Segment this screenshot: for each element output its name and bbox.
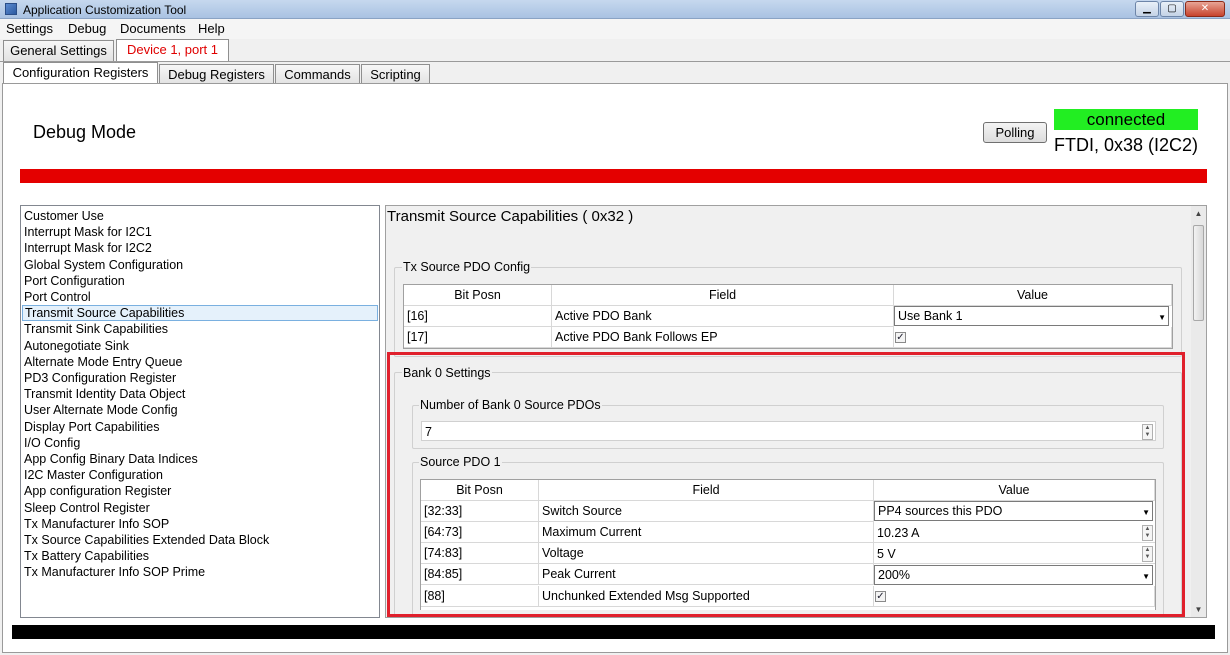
table-row-field: Active PDO Bank (552, 306, 894, 327)
register-list-item[interactable]: I/O Config (24, 435, 80, 451)
register-list-item[interactable]: I2C Master Configuration (24, 467, 163, 483)
menu-documents[interactable]: Documents (120, 21, 186, 36)
register-list-item[interactable]: Interrupt Mask for I2C1 (24, 224, 152, 240)
active-pdo-bank-select[interactable]: Use Bank 1 ▼ (894, 306, 1169, 326)
col-field: Field (552, 285, 894, 306)
chevron-down-icon: ▼ (1158, 313, 1166, 322)
menu-help[interactable]: Help (198, 21, 225, 36)
menu-debug[interactable]: Debug (68, 21, 106, 36)
col-bit-posn: Bit Posn (404, 285, 552, 306)
tab-configuration-registers[interactable]: Configuration Registers (3, 62, 158, 85)
register-list-item[interactable]: Tx Manufacturer Info SOP Prime (24, 564, 205, 580)
maximize-button[interactable]: ▢ (1160, 1, 1184, 17)
tab-device-1-port-1[interactable]: Device 1, port 1 (116, 39, 229, 62)
active-pdo-bank-follows-ep-checkbox[interactable]: ✓ (895, 332, 906, 343)
register-list-item[interactable]: Tx Battery Capabilities (24, 548, 149, 564)
col-value: Value (894, 285, 1172, 306)
register-list-item[interactable]: User Alternate Mode Config (24, 402, 178, 418)
register-list-item[interactable]: Tx Manufacturer Info SOP (24, 516, 169, 532)
menu-bar: Settings Debug Documents Help (0, 19, 1230, 39)
scroll-thumb[interactable] (1193, 225, 1204, 321)
device-tabs: General Settings Device 1, port 1 (0, 39, 1230, 62)
pdo-config-table: Bit Posn Field Value [16] Active PDO Ban… (403, 284, 1173, 349)
title-bar: Application Customization Tool ▁ ▢ ✕ (0, 0, 1230, 19)
table-row-bit: [17] (404, 327, 552, 348)
tab-commands[interactable]: Commands (275, 64, 360, 84)
connection-info: FTDI, 0x38 (I2C2) (1054, 135, 1199, 155)
close-button[interactable]: ✕ (1185, 1, 1225, 17)
register-list-item[interactable]: Interrupt Mask for I2C2 (24, 240, 152, 256)
scroll-down-icon[interactable]: ▼ (1191, 602, 1206, 617)
pdo-config-label: Tx Source PDO Config (402, 260, 532, 274)
register-list-item[interactable]: PD3 Configuration Register (24, 370, 176, 386)
register-list-item[interactable]: Port Control (24, 289, 91, 305)
table-row-bit: [16] (404, 306, 552, 327)
register-list-item[interactable]: Sleep Control Register (24, 500, 150, 516)
register-list-item[interactable]: Transmit Identity Data Object (24, 386, 185, 402)
footer-bar (12, 625, 1215, 639)
status-badge: connected (1054, 109, 1198, 130)
register-list-item[interactable]: Port Configuration (24, 273, 125, 289)
register-list-item[interactable]: App configuration Register (24, 483, 171, 499)
tab-debug-registers[interactable]: Debug Registers (159, 64, 274, 84)
register-list-item[interactable]: Tx Source Capabilities Extended Data Blo… (24, 532, 269, 548)
active-pdo-bank-value: Use Bank 1 (898, 309, 963, 323)
vertical-scrollbar[interactable]: ▲ ▼ (1191, 206, 1206, 617)
register-list-item[interactable]: Transmit Sink Capabilities (24, 321, 168, 337)
table-row-field: Active PDO Bank Follows EP (552, 327, 894, 348)
mode-title: Debug Mode (33, 122, 137, 142)
register-list[interactable]: Customer Use Interrupt Mask for I2C1 Inter… (20, 205, 380, 618)
app-icon (5, 3, 17, 15)
polling-button[interactable]: Polling (983, 122, 1047, 143)
register-list-item[interactable]: Display Port Capabilities (24, 419, 159, 435)
register-list-item[interactable]: Global System Configuration (24, 257, 183, 273)
window-title: Application Customization Tool (23, 3, 187, 17)
register-list-item[interactable]: Transmit Source Capabilities (22, 305, 378, 322)
tab-general-settings[interactable]: General Settings (3, 40, 114, 62)
sub-tabs: Configuration Registers Debug Registers … (0, 62, 1230, 85)
register-list-item[interactable]: Customer Use (24, 208, 104, 224)
minimize-button[interactable]: ▁ (1135, 1, 1159, 17)
register-list-item[interactable]: Alternate Mode Entry Queue (24, 354, 182, 370)
detail-title: Transmit Source Capabilities ( 0x32 ) (387, 208, 634, 225)
value-cell (894, 327, 1172, 348)
tab-scripting[interactable]: Scripting (361, 64, 430, 84)
menu-settings[interactable]: Settings (6, 21, 53, 36)
highlight-box (387, 352, 1185, 617)
register-list-item[interactable]: Autonegotiate Sink (24, 338, 129, 354)
status-bar-red (20, 169, 1207, 183)
scroll-up-icon[interactable]: ▲ (1191, 206, 1206, 221)
register-list-item[interactable]: App Config Binary Data Indices (24, 451, 198, 467)
